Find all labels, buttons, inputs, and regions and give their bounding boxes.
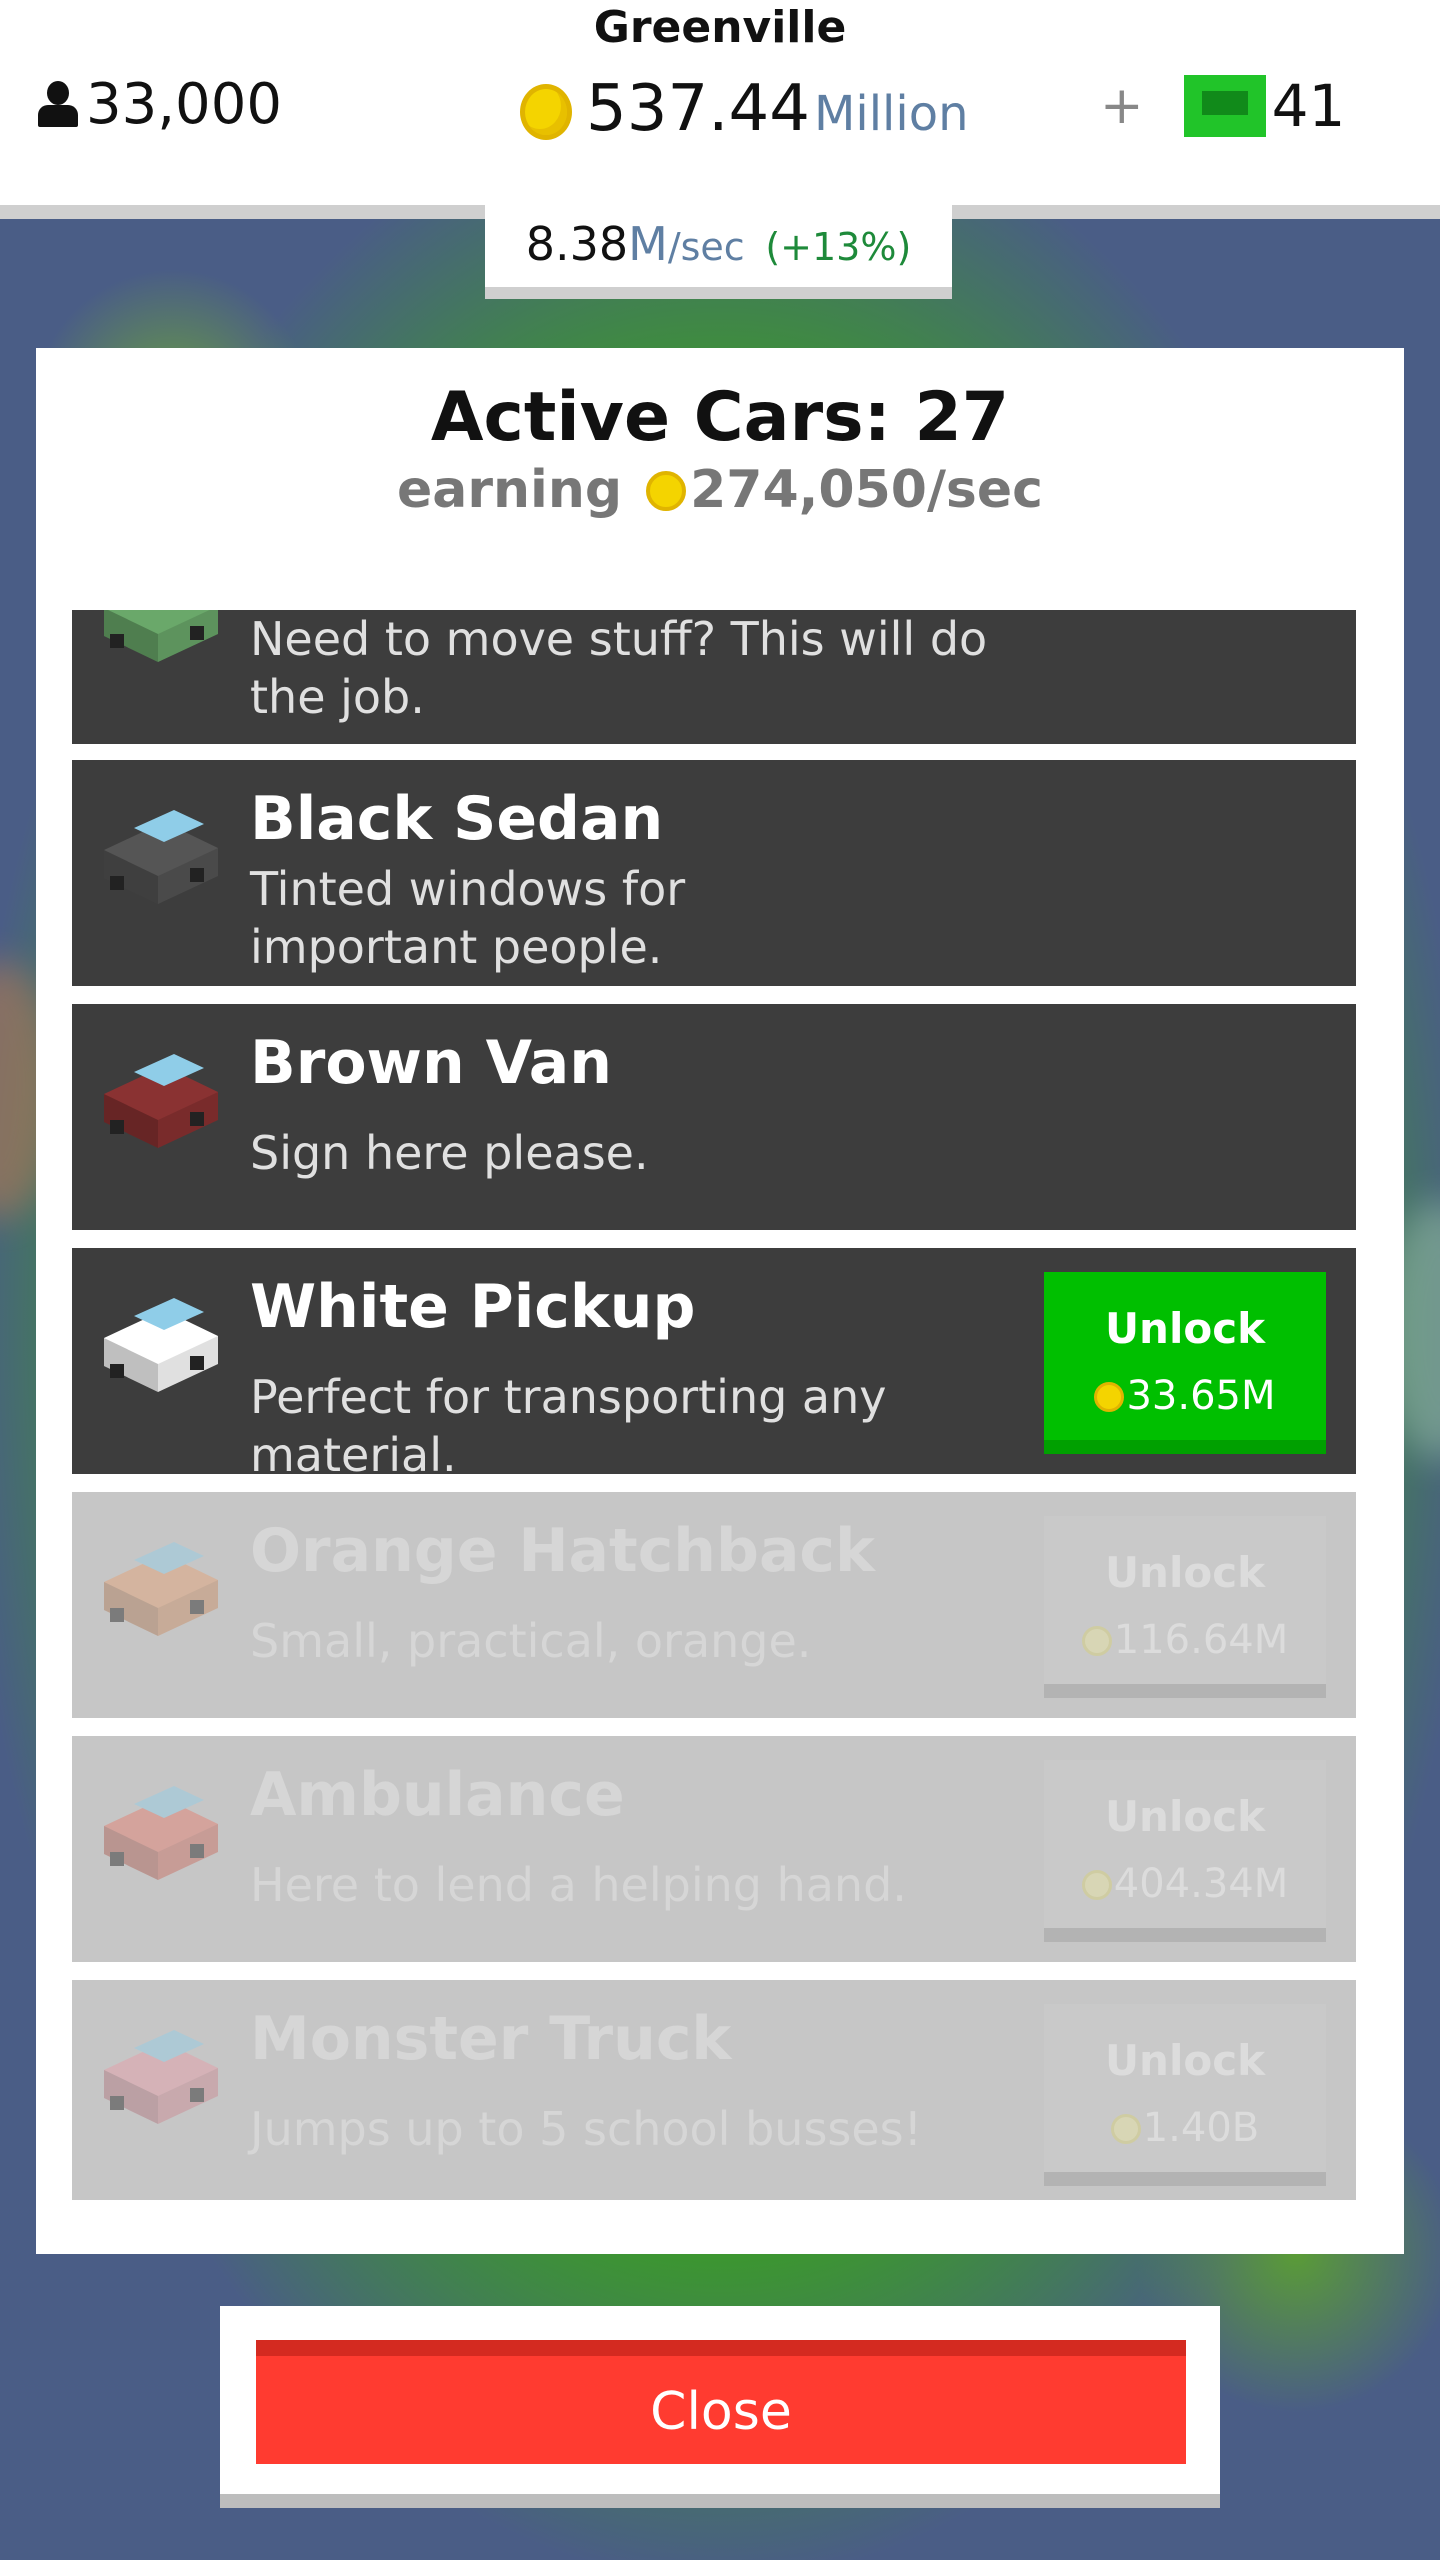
- coin-icon: [1081, 1870, 1112, 1900]
- cash-display[interactable]: + 41: [1100, 72, 1345, 140]
- panel-title: Active Cars: 27: [430, 378, 1010, 457]
- money-unit: Million: [813, 86, 969, 142]
- earning-value: 274,050/sec: [690, 460, 1043, 520]
- coin-icon: [1094, 1382, 1125, 1412]
- unlock-cost: 116.64M: [1044, 1617, 1326, 1663]
- money-display: 537.44 Million: [520, 72, 968, 146]
- unlock-label: Unlock: [1104, 1548, 1266, 1597]
- car-row[interactable]: Orange Hatchback Small, practical, orange…: [72, 1492, 1356, 1718]
- rate-percent: (+13%): [765, 225, 912, 269]
- car-row[interactable]: Need to move stuff? This will do the job…: [72, 610, 1356, 744]
- close-button[interactable]: Close: [256, 2340, 1186, 2464]
- car-description: Perfect for transporting any material.: [250, 1370, 887, 1482]
- city-name: Greenville: [593, 2, 847, 53]
- black-sedan-icon: [94, 790, 224, 920]
- car-description: Small, practical, orange.: [250, 1614, 812, 1668]
- car-description: Here to lend a helping hand.: [250, 1858, 907, 1912]
- monster-truck-icon: [94, 2010, 224, 2140]
- car-row[interactable]: Ambulance Here to lend a helping hand. Unl…: [72, 1736, 1356, 1962]
- person-icon: [36, 79, 80, 131]
- panel-earning: earning 274,050/sec: [36, 460, 1404, 520]
- car-name: Brown Van: [250, 1028, 612, 1098]
- top-bar: Greenville 33,000 537.44 Million + 41: [0, 0, 1440, 205]
- car-name: Orange Hatchback: [250, 1516, 875, 1586]
- cash-value: 41: [1271, 72, 1346, 140]
- unlock-cost-value: 1.40B: [1142, 2105, 1260, 2151]
- car-description: Sign here please.: [250, 1126, 649, 1180]
- unlock-cost: 404.34M: [1044, 1861, 1326, 1907]
- car-description: Tinted windows for important people.: [250, 862, 686, 974]
- white-pickup-icon: [94, 1278, 224, 1408]
- car-row[interactable]: White Pickup Perfect for transporting any…: [72, 1248, 1356, 1482]
- coin-icon: [1110, 2114, 1141, 2144]
- car-row[interactable]: Brown Van Sign here please.: [72, 1004, 1356, 1230]
- income-rate-tab: 8.38M/sec (+13%): [485, 205, 952, 299]
- unlock-label: Unlock: [1104, 1304, 1266, 1353]
- car-row[interactable]: Black Sedan Tinted windows for important …: [72, 760, 1356, 986]
- unlock-cost-value: 116.64M: [1113, 1617, 1289, 1663]
- car-list[interactable]: Need to move stuff? This will do the job…: [72, 610, 1356, 2200]
- green-truck-icon: [94, 610, 224, 678]
- unlock-cost: 33.65M: [1044, 1373, 1326, 1419]
- unlock-label: Unlock: [1104, 2036, 1266, 2085]
- car-name: Monster Truck: [250, 2004, 732, 2074]
- rate-suffix: /sec: [667, 225, 745, 269]
- add-cash-icon[interactable]: +: [1100, 76, 1144, 136]
- coin-icon: [520, 84, 572, 140]
- unlock-button[interactable]: Unlock 404.34M: [1044, 1760, 1326, 1942]
- population-value: 33,000: [86, 72, 282, 137]
- unlock-cost-value: 404.34M: [1113, 1861, 1289, 1907]
- car-name: Ambulance: [250, 1760, 625, 1830]
- car-description: Need to move stuff? This will do the job…: [250, 612, 988, 724]
- unlock-label: Unlock: [1104, 1792, 1266, 1841]
- coin-icon: [1081, 1626, 1112, 1656]
- unlock-button[interactable]: Unlock 33.65M: [1044, 1272, 1326, 1454]
- orange-hatchback-icon: [94, 1522, 224, 1652]
- rate-unit: M: [628, 217, 668, 271]
- car-name: White Pickup: [250, 1272, 696, 1342]
- unlock-cost: 1.40B: [1044, 2105, 1326, 2151]
- brown-van-icon: [94, 1034, 224, 1164]
- money-value: 537.44: [586, 72, 810, 146]
- close-label: Close: [650, 2382, 792, 2442]
- rate-value: 8.38: [525, 217, 629, 271]
- car-description: Jumps up to 5 school busses!: [250, 2102, 923, 2156]
- car-row[interactable]: Monster Truck Jumps up to 5 school busses…: [72, 1980, 1356, 2200]
- unlock-button[interactable]: Unlock 116.64M: [1044, 1516, 1326, 1698]
- earning-label: earning: [397, 460, 623, 520]
- unlock-cost-value: 33.65M: [1126, 1373, 1276, 1419]
- car-name: Black Sedan: [250, 784, 664, 854]
- income-rate: 8.38M/sec (+13%): [526, 217, 912, 271]
- unlock-button[interactable]: Unlock 1.40B: [1044, 2004, 1326, 2186]
- close-frame: Close: [220, 2306, 1220, 2508]
- cash-icon: [1183, 75, 1266, 137]
- population-display: 33,000: [36, 72, 282, 137]
- ambulance-icon: [94, 1766, 224, 1896]
- coin-icon: [646, 471, 687, 511]
